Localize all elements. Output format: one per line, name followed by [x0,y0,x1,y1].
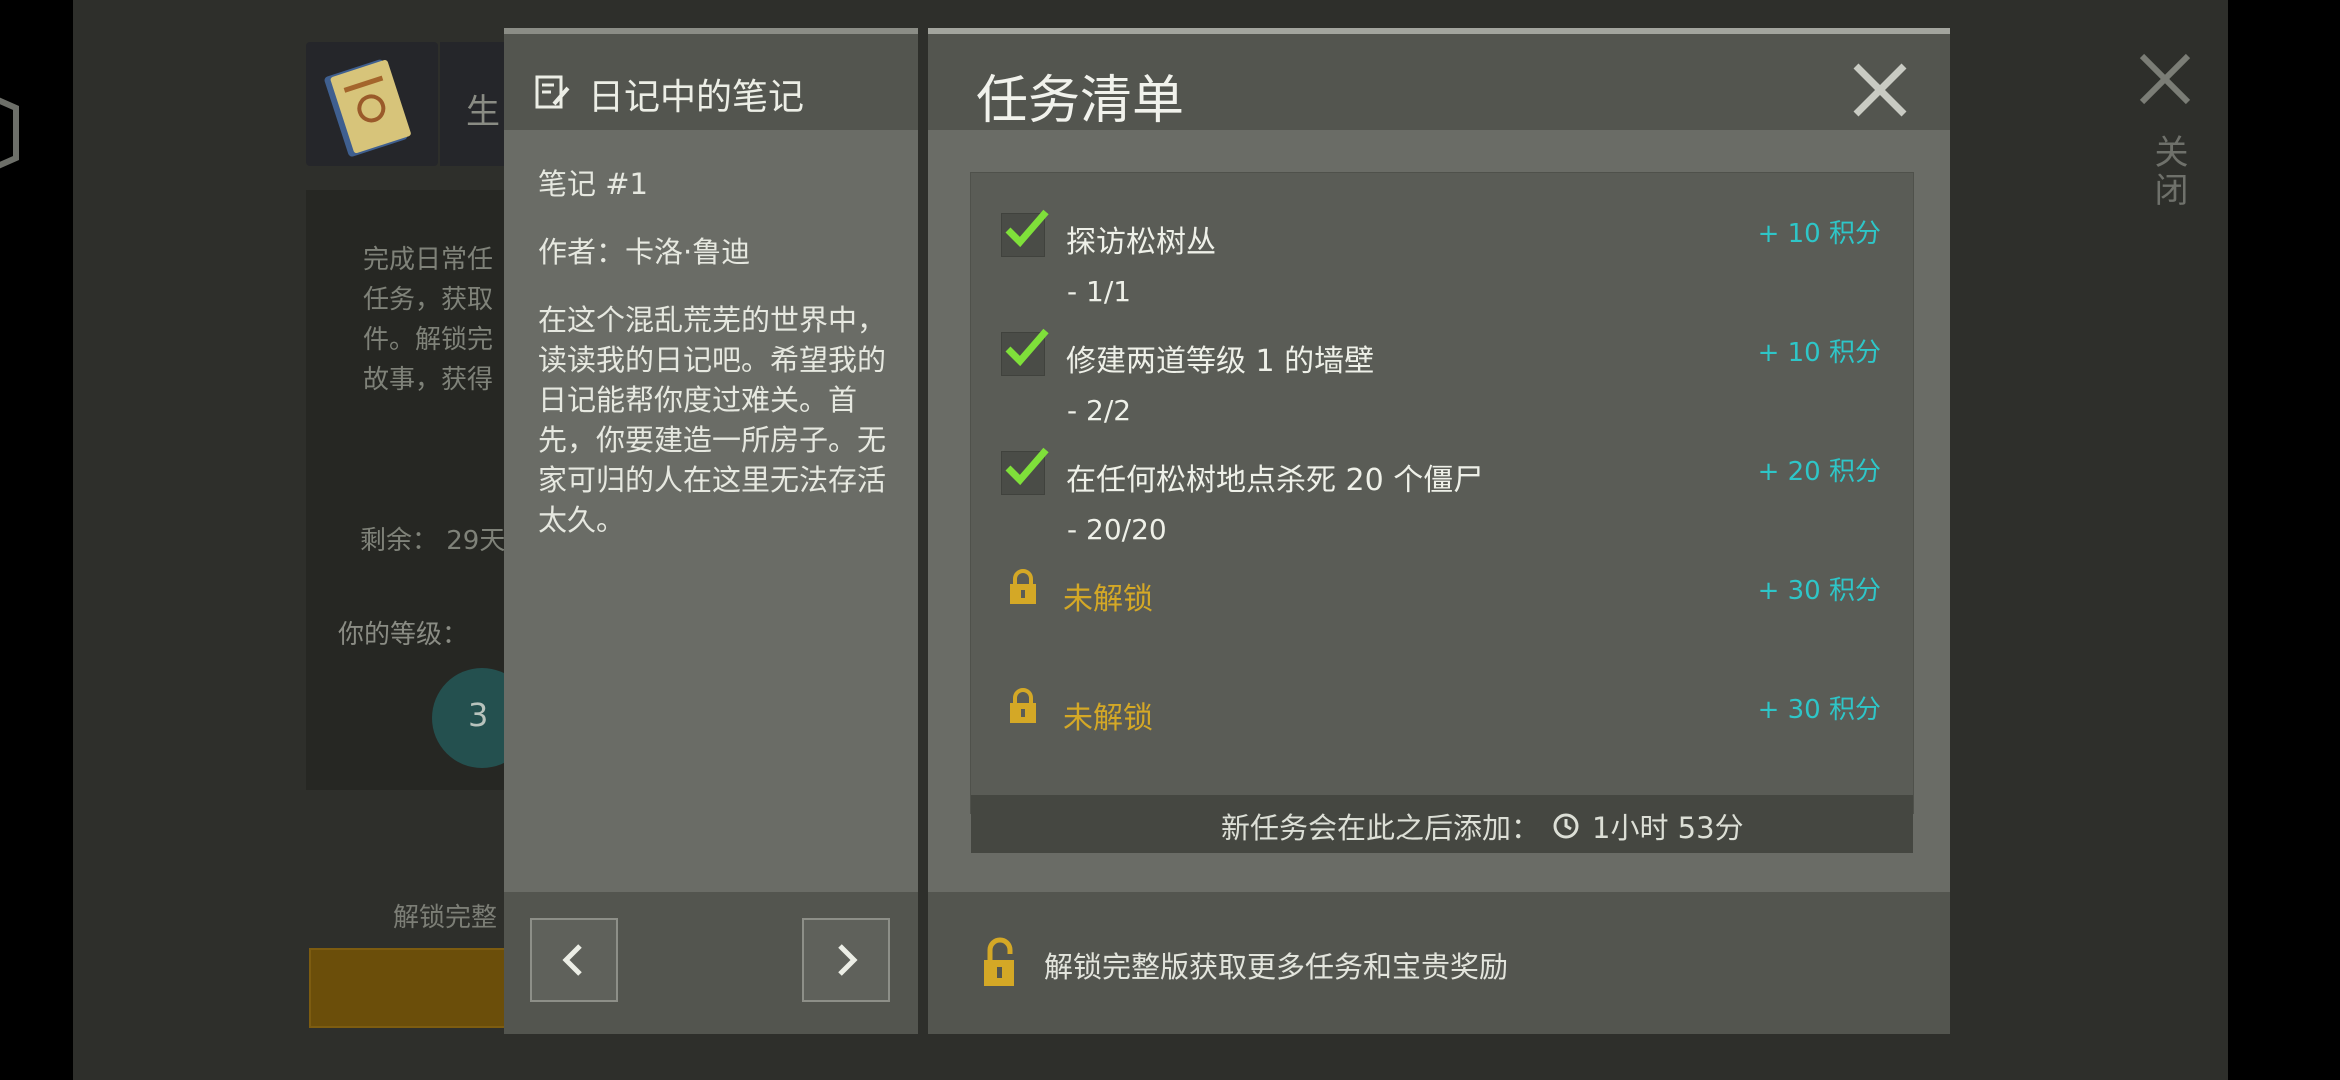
chevron-left-icon [562,944,582,976]
task-box: 探访松树丛 - 1/1 + 10 积分 修建两道等级 1 的墙壁 - 2/2 +… [970,172,1914,853]
task-checkbox [1001,209,1049,257]
level-label: 你的等级： [338,620,469,650]
locked-task-row: 未解锁 + 30 积分 [1001,568,1881,628]
checkmark-icon [1005,209,1049,248]
checkmark-icon [1005,447,1049,486]
level-value: 3 [468,696,489,734]
lock-icon [1010,569,1036,604]
task-checkbox [1001,328,1049,376]
task-reward: + 10 积分 [1757,338,1881,368]
task-progress: - 1/1 [1067,275,1132,308]
background-title: 生 [466,92,500,132]
note-number: 笔记 #1 [538,167,648,201]
task-list-header: 任务清单 [928,34,1950,131]
task-row: 修建两道等级 1 的墙壁 - 2/2 + 10 积分 [1001,328,1881,427]
previous-note-button[interactable] [530,918,618,1002]
note-content: 在这个混乱荒芜的世界中，读读我的日记吧。希望我的日记能帮你度过难关。首先，你要建… [538,303,887,537]
unlock-full-version-text: 解锁完整版获取更多任务和宝贵奖励 [1044,950,1509,984]
diary-footer [504,892,918,1034]
task-row: 探访松树丛 - 1/1 + 10 积分 [1001,209,1881,308]
diary-panel: 日记中的笔记 笔记 #1 作者：卡洛·鲁迪 在这个混乱荒芜的世界中，读读我的日记… [504,28,918,1034]
unlock-icon [984,937,1014,986]
next-note-button[interactable] [802,918,890,1002]
task-progress: - 20/20 [1067,513,1167,546]
background-remaining: 剩余： 29天 [360,526,506,556]
diary-body: 笔记 #1 作者：卡洛·鲁迪 在这个混乱荒芜的世界中，读读我的日记吧。希望我的日… [538,164,898,568]
task-reward: + 30 积分 [1757,695,1881,725]
hexagon-icon [0,97,19,169]
background-description: 完成日常任 任务，获取 件。解锁完 故事，获得 [363,245,494,395]
diary-header: 日记中的笔记 [504,34,918,130]
new-task-time: 1小时 53分 [1592,811,1744,845]
new-task-timer: 新任务会在此之后添加： 1小时 53分 [1221,805,1744,847]
task-label: 探访松树丛 [1066,225,1216,260]
task-checkbox [1001,447,1049,495]
checkmark-icon [1005,328,1049,367]
journal-book-tile [306,42,438,166]
task-reward: + 10 积分 [1757,219,1881,249]
task-list-title: 任务清单 [976,71,1185,131]
clock-icon [1553,813,1579,839]
task-label: 修建两道等级 1 的墙壁 [1066,344,1375,379]
locked-label: 未解锁 [1063,701,1153,736]
new-task-text: 新任务会在此之后添加： [1221,811,1541,845]
lock-icon [1010,688,1036,723]
screen-edge-right [2228,0,2340,1080]
unlock-full-version-bar[interactable]: 解锁完整版获取更多任务和宝贵奖励 [928,892,1950,1034]
task-label: 在任何松树地点杀死 20 个僵尸 [1066,463,1484,498]
close-label[interactable]: 关闭 [2144,134,2193,210]
journal-book-icon [324,59,411,157]
diary-title: 日记中的笔记 [588,77,805,118]
task-reward: + 20 积分 [1757,457,1881,487]
task-reward: + 30 积分 [1757,576,1881,606]
close-icon[interactable] [2138,52,2192,106]
background-unlock-text: 解锁完整 [393,903,498,933]
note-icon [535,75,570,109]
task-row: 在任何松树地点杀死 20 个僵尸 - 20/20 + 20 积分 [1001,447,1881,546]
locked-label: 未解锁 [1063,582,1153,617]
task-progress: - 2/2 [1067,394,1132,427]
close-icon[interactable] [1852,62,1908,118]
locked-task-row: 未解锁 + 30 积分 [1001,687,1881,747]
chevron-right-icon [838,944,858,976]
note-author: 作者：卡洛·鲁迪 [538,235,751,269]
new-task-timer-bar: 新任务会在此之后添加： 1小时 53分 [971,795,1913,853]
task-list-panel: 任务清单 探访松树丛 - 1/1 + 10 积分 修建两道等级 1 的墙壁 - … [928,28,1950,1034]
background-unlock-button [309,948,513,1028]
